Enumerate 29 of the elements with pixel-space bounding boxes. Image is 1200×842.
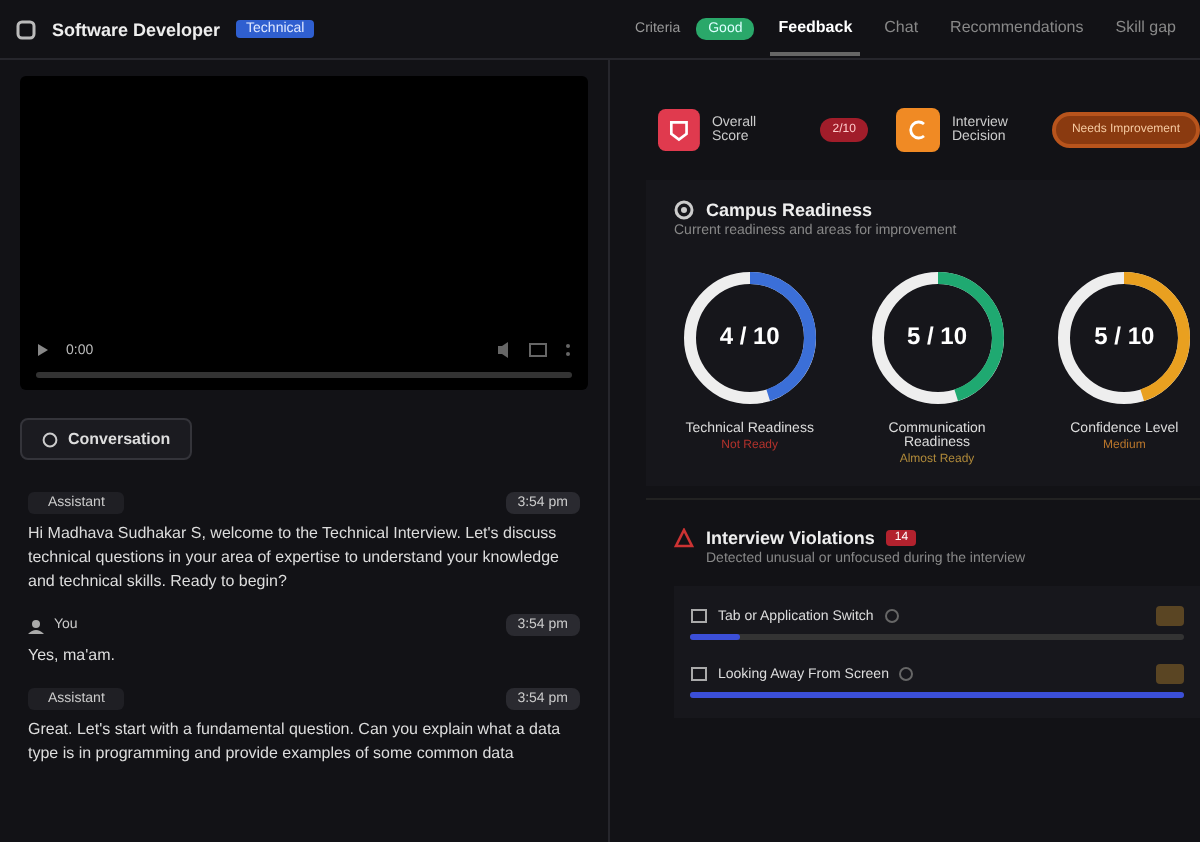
info-icon bbox=[883, 608, 900, 624]
message-text: Hi Madhava Sudhakar S, welcome to the Technical Interview. Let's discuss technical questions in your area of expertise to understand your knowledge and technical skills. Ready to begin? bbox=[28, 522, 561, 594]
tab[interactable]: Feedback bbox=[770, 2, 861, 56]
gauge-value: 4 / 10 bbox=[717, 322, 782, 350]
message-text: Great. Let's start with a fundamental question. Can you explain what a data type is in programming and provide examples of some common data bbox=[28, 718, 563, 766]
play-icon bbox=[36, 342, 50, 358]
tab[interactable]: Chat bbox=[876, 2, 927, 56]
page-title: Software Developer bbox=[52, 19, 221, 39]
fullscreen-icon bbox=[528, 340, 548, 360]
section-title: Campus Readiness bbox=[706, 200, 873, 220]
gauge-value: 5 / 10 bbox=[904, 322, 970, 350]
conversation-button[interactable]: Conversation bbox=[20, 418, 193, 460]
info-icon bbox=[898, 666, 915, 682]
gauge-value: 5 / 10 bbox=[1092, 322, 1157, 350]
person-icon bbox=[28, 617, 44, 633]
monitor-icon bbox=[690, 666, 708, 682]
chat-icon bbox=[42, 431, 58, 447]
tab[interactable]: Skill gap bbox=[1107, 2, 1184, 56]
target-icon bbox=[674, 200, 694, 220]
message-text: Yes, ma'am. bbox=[28, 644, 117, 668]
warning-icon bbox=[674, 528, 694, 548]
level-tag-icon bbox=[1156, 664, 1184, 684]
monitor-icon bbox=[690, 608, 708, 624]
tab[interactable]: Recommendations bbox=[942, 2, 1092, 56]
section-title: Interview Violations bbox=[706, 528, 875, 548]
level-tag-icon bbox=[1156, 606, 1184, 626]
volume-icon bbox=[496, 340, 512, 360]
shield-icon bbox=[658, 108, 700, 152]
more-icon bbox=[564, 342, 572, 358]
